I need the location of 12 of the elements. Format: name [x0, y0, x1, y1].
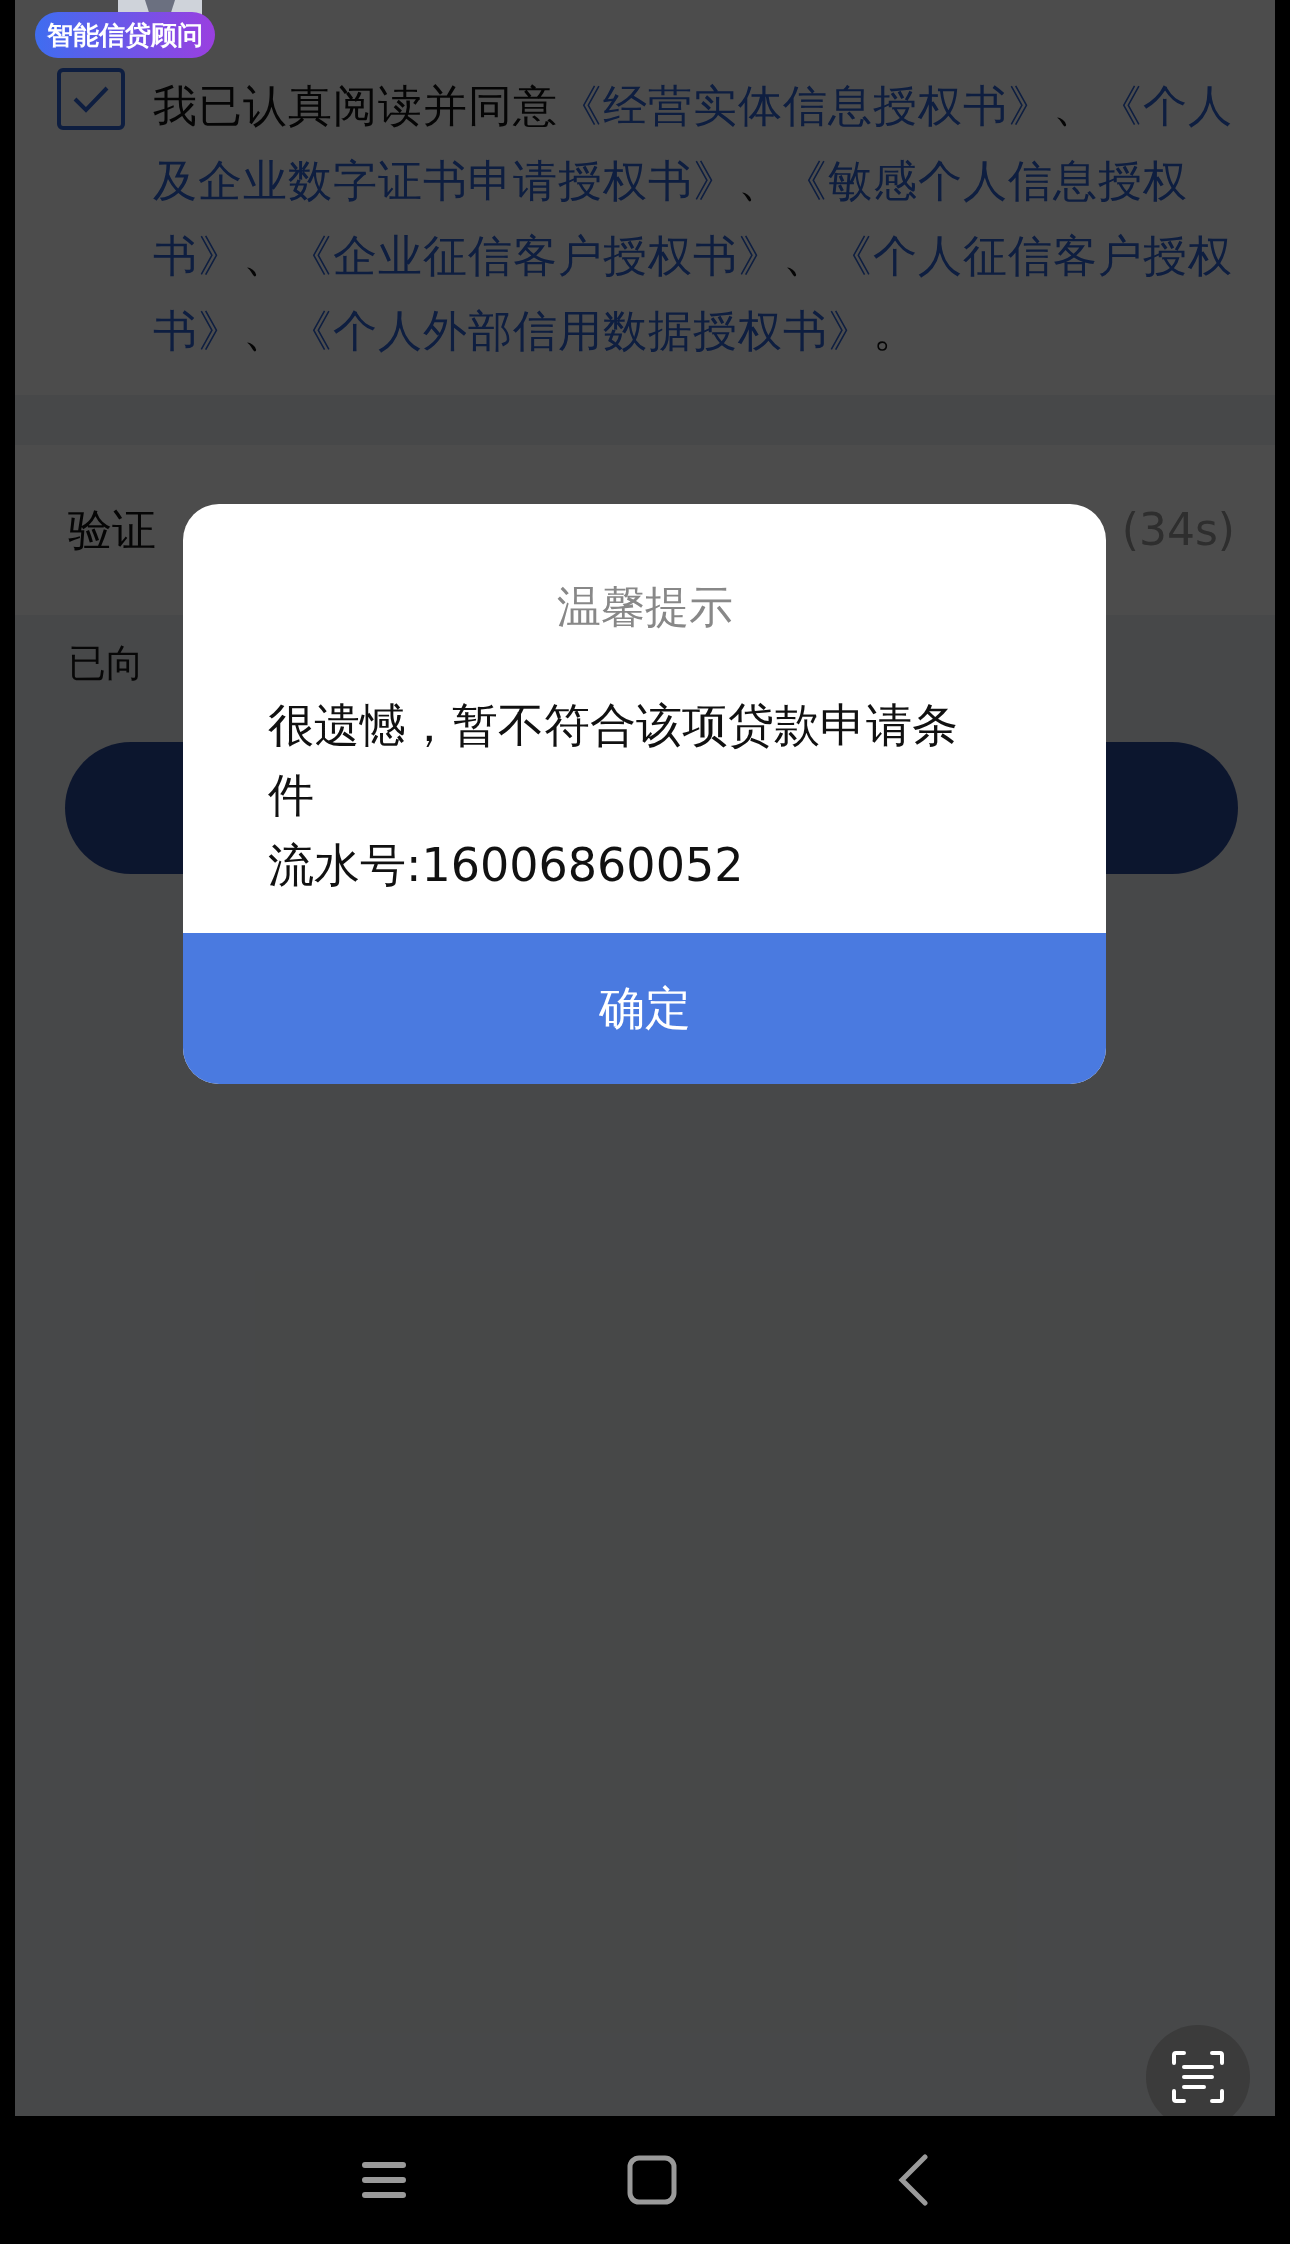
assistant-badge[interactable]: 智能信贷顾问 — [35, 12, 215, 58]
dialog-title: 温馨提示 — [556, 581, 733, 632]
serial-number-text: 流水号:16006860052 — [268, 837, 745, 894]
hint-text: 已向 — [68, 641, 144, 685]
back-icon[interactable] — [897, 2154, 929, 2206]
confirm-button[interactable]: 确定 — [183, 933, 1106, 1084]
scan-text-icon — [1170, 2049, 1226, 2105]
home-icon[interactable] — [627, 2155, 677, 2205]
menu-icon[interactable] — [361, 2160, 407, 2200]
field-label: 验证 — [68, 503, 156, 557]
agreement-text: 我已认真阅读并同意《经营实体信息授权书》、《个人及企业数字证书申请授权书》、《敏感个人信息授权书》、《企业征信客户授权书》、《个人征信客户授权书》、《个人外部信用数据授权书》。 — [153, 79, 1234, 358]
dialog-message: 很遗憾，暂不符合该项贷款申请条件 — [268, 697, 959, 824]
